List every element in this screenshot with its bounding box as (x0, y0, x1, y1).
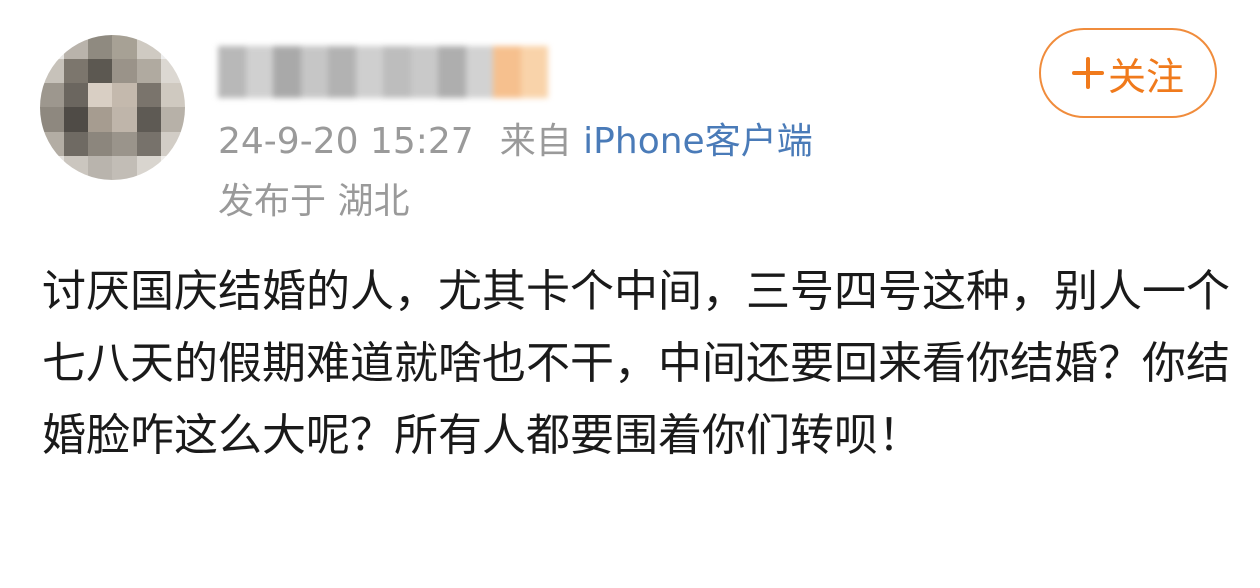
avatar-pixel (112, 35, 137, 60)
avatar-pixel (40, 83, 65, 108)
avatar-pixel (160, 83, 185, 108)
avatar-pixel (136, 155, 161, 180)
plus-icon (1071, 57, 1104, 89)
source-prefix: 来自 (499, 121, 572, 162)
avatar-pixel (136, 59, 161, 84)
username-pixel (493, 46, 521, 98)
avatar-pixel (88, 83, 113, 108)
avatar-pixel (40, 155, 65, 180)
avatar-pixel (40, 131, 65, 156)
username-pixel (465, 46, 493, 98)
avatar-pixel (64, 83, 89, 108)
avatar-pixel (136, 35, 161, 60)
avatar-pixel (136, 107, 161, 132)
post-location: 发布于 湖北 (218, 181, 410, 222)
weibo-post: 关注 24-9-20 15:27 来自 iPhone客户端 发布于 湖北 讨厌国庆… (0, 0, 1260, 588)
avatar-pixel (88, 131, 113, 156)
avatar-pixel (64, 131, 89, 156)
username-pixel (355, 46, 383, 98)
username-blurred[interactable] (218, 46, 548, 98)
avatar-pixel (88, 155, 113, 180)
username-pixel (383, 46, 411, 98)
username-pixel (300, 46, 328, 98)
avatar-pixel (40, 59, 65, 84)
username-pixel (273, 46, 301, 98)
avatar-pixel (40, 35, 65, 60)
avatar[interactable] (40, 35, 185, 180)
avatar-pixel (136, 83, 161, 108)
username-pixel (410, 46, 438, 98)
avatar-pixel (88, 35, 113, 60)
avatar-pixel (64, 35, 89, 60)
avatar-pixel (112, 107, 137, 132)
avatar-pixel (160, 59, 185, 84)
avatar-pixel (160, 107, 185, 132)
source-client-link[interactable]: iPhone客户端 (583, 121, 813, 162)
avatar-pixel (160, 155, 185, 180)
avatar-pixel (88, 59, 113, 84)
follow-button[interactable]: 关注 (1039, 28, 1217, 118)
username-pixel (245, 46, 273, 98)
avatar-pixel (136, 131, 161, 156)
post-timestamp: 24-9-20 15:27 (218, 121, 474, 162)
avatar-pixel (112, 83, 137, 108)
follow-label: 关注 (1107, 54, 1184, 99)
post-content: 讨厌国庆结婚的人，尤其卡个中间，三号四号这种，别人一个七八天的假期难道就啥也不干… (42, 266, 1230, 461)
avatar-pixel (112, 155, 137, 180)
avatar-pixel (160, 131, 185, 156)
avatar-pixel (88, 107, 113, 132)
username-pixel (438, 46, 466, 98)
avatar-pixel (160, 35, 185, 60)
avatar-pixel (64, 155, 89, 180)
username-pixel (218, 46, 246, 98)
avatar-pixel (112, 59, 137, 84)
avatar-pixel (64, 59, 89, 84)
username-pixel (520, 46, 548, 98)
avatar-pixel (40, 107, 65, 132)
post-meta: 24-9-20 15:27 来自 iPhone客户端 (218, 118, 813, 166)
avatar-pixel (112, 131, 137, 156)
avatar-pixel (64, 107, 89, 132)
username-pixel (328, 46, 356, 98)
